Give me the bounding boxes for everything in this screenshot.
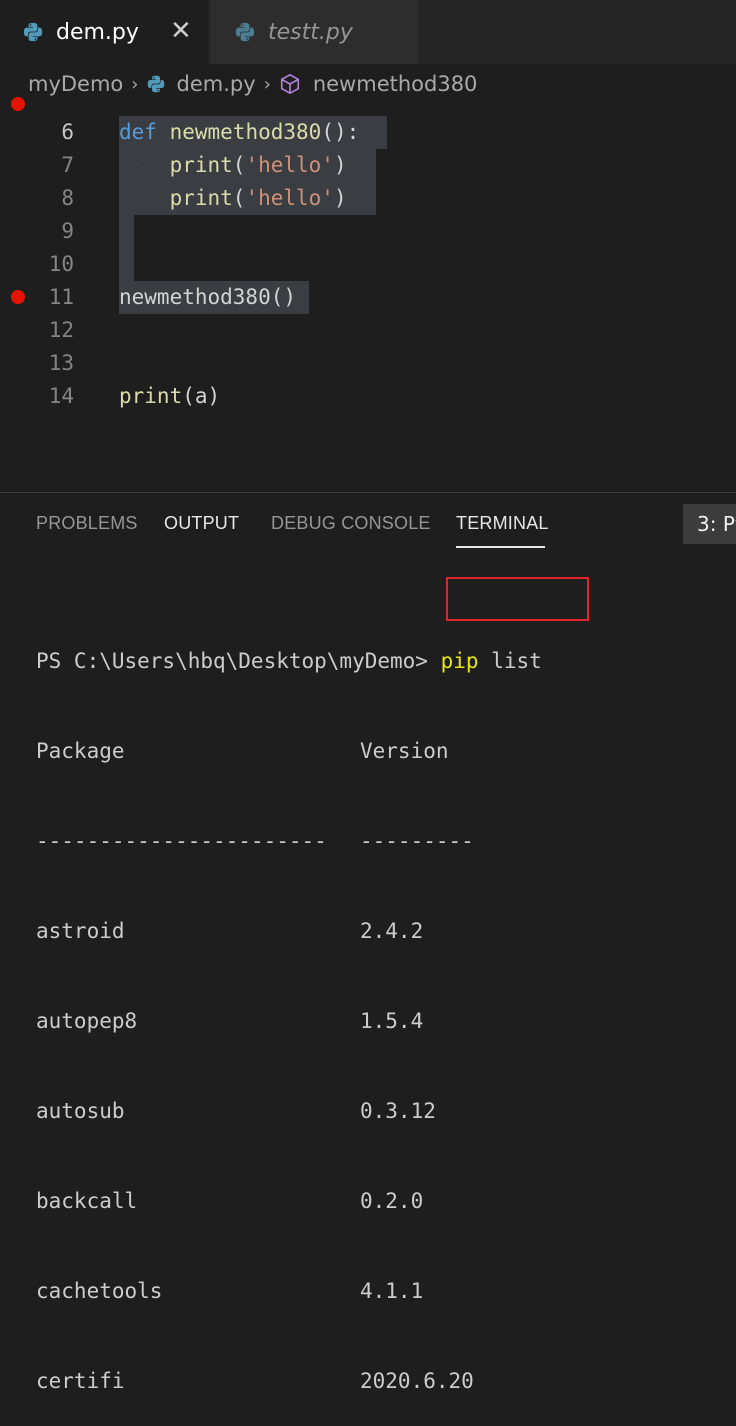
package-version: 1.5.4 xyxy=(360,1009,424,1033)
divider-version: --------- xyxy=(360,829,474,853)
code-punct: ) xyxy=(333,186,347,210)
line-number: 11 xyxy=(48,285,74,309)
terminal-line: ----------------------- --------- xyxy=(36,826,542,856)
divider-package: ----------------------- xyxy=(36,829,327,853)
active-tab-indicator xyxy=(456,546,545,548)
breadcrumb-folder[interactable]: myDemo xyxy=(28,72,123,96)
tab-output[interactable]: OUTPUT xyxy=(164,513,239,534)
tab-testt-py[interactable]: testt.py xyxy=(210,0,418,64)
string-literal: 'hello' xyxy=(245,186,334,210)
code-line: 10 xyxy=(0,248,736,281)
code-punct: ( xyxy=(232,186,246,210)
string-literal: 'hello' xyxy=(245,153,334,177)
tab-terminal[interactable]: TERMINAL xyxy=(456,513,549,534)
code-line: 14 print(a) xyxy=(0,380,736,413)
package-version: 4.1.1 xyxy=(360,1279,424,1303)
chevron-right-icon: › xyxy=(263,73,271,95)
package-name: backcall xyxy=(36,1189,138,1213)
code-punct: (): xyxy=(321,120,360,144)
code-punct: (a) xyxy=(182,384,221,408)
command-pip: pip xyxy=(440,649,479,673)
editor-tab-bar: dem.py ✕ testt.py xyxy=(0,0,736,64)
command-highlight-box xyxy=(446,577,589,621)
line-number: 7 xyxy=(61,153,74,177)
chevron-right-icon: › xyxy=(131,73,139,95)
function-name: newmethod380 xyxy=(169,120,322,144)
table-row: certifi 2020.6.20 xyxy=(36,1366,542,1396)
line-number: 10 xyxy=(48,252,74,276)
code-punct: ) xyxy=(333,153,347,177)
package-name: autopep8 xyxy=(36,1009,138,1033)
package-name: astroid xyxy=(36,919,125,943)
code-text: print(a) xyxy=(119,380,220,413)
package-name: cachetools xyxy=(36,1279,163,1303)
tab-debug-console[interactable]: DEBUG CONSOLE xyxy=(271,513,431,534)
package-version: 2020.6.20 xyxy=(360,1369,474,1393)
python-icon xyxy=(235,22,255,42)
package-version: 0.3.12 xyxy=(360,1099,436,1123)
table-row: cachetools 4.1.1 xyxy=(36,1276,542,1306)
package-name: certifi xyxy=(36,1369,125,1393)
tab-label: testt.py xyxy=(268,19,353,45)
table-row: autopep8 1.5.4 xyxy=(36,1006,542,1036)
function-name: print xyxy=(169,186,233,210)
indent-guide: ···· xyxy=(119,153,170,177)
keyword: def xyxy=(119,120,157,144)
package-version: 0.2.0 xyxy=(360,1189,424,1213)
line-number: 6 xyxy=(61,120,74,144)
code-punct: ( xyxy=(232,153,246,177)
python-icon xyxy=(23,22,43,42)
line-number: 8 xyxy=(61,186,74,210)
line-number: 12 xyxy=(48,318,74,342)
header-version: Version xyxy=(360,739,449,763)
tab-dem-py[interactable]: dem.py ✕ xyxy=(0,0,208,64)
table-row: backcall 0.2.0 xyxy=(36,1186,542,1216)
table-row: autosub 0.3.12 xyxy=(36,1096,542,1126)
breakpoint-icon[interactable] xyxy=(11,97,25,111)
terminal-selector[interactable]: 3: Py xyxy=(683,504,736,544)
terminal-output[interactable]: PS C:\Users\hbq\Desktop\myDemo> pip list… xyxy=(36,586,542,1426)
function-name: print xyxy=(169,153,233,177)
python-icon xyxy=(148,75,165,93)
indent-guide: ···· xyxy=(119,186,170,210)
breadcrumb-file[interactable]: dem.py xyxy=(176,72,255,96)
header-package: Package xyxy=(36,739,125,763)
package-version: 2.4.2 xyxy=(360,919,424,943)
tab-problems[interactable]: PROBLEMS xyxy=(36,513,138,534)
command-args: list xyxy=(491,649,542,673)
line-number: 14 xyxy=(48,384,74,408)
function-name: print xyxy=(119,384,183,408)
code-text: ····print('hello') xyxy=(119,182,347,215)
panel-tab-bar: PROBLEMS OUTPUT DEBUG CONSOLE TERMINAL xyxy=(0,493,736,553)
breadcrumb: myDemo › dem.py › newmethod380 xyxy=(0,64,736,104)
line-number: 9 xyxy=(61,219,74,243)
code-line: 13 xyxy=(0,347,736,380)
close-icon[interactable]: ✕ xyxy=(170,18,192,44)
code-line: 11 newmethod380() xyxy=(0,281,736,314)
code-line: 9 xyxy=(0,215,736,248)
code-line: 7 ····print('hello') xyxy=(0,149,736,182)
terminal-prompt: PS C:\Users\hbq\Desktop\myDemo> xyxy=(36,649,428,673)
code-text: def newmethod380(): xyxy=(119,116,359,149)
code-line: 6 def newmethod380(): xyxy=(0,116,736,149)
code-line: 8 ····print('hello') xyxy=(0,182,736,215)
table-row: astroid 2.4.2 xyxy=(36,916,542,946)
code-line: 12 xyxy=(0,314,736,347)
terminal-line: Package Version xyxy=(36,736,542,766)
code-text: ····print('hello') xyxy=(119,149,347,182)
tab-label: dem.py xyxy=(56,19,139,45)
package-name: autosub xyxy=(36,1099,125,1123)
method-cube-icon xyxy=(280,73,299,95)
terminal-line: PS C:\Users\hbq\Desktop\myDemo> pip list xyxy=(36,646,542,676)
breadcrumb-symbol[interactable]: newmethod380 xyxy=(313,72,478,96)
code-editor[interactable]: 6 def newmethod380(): 7 ····print('hello… xyxy=(0,97,736,492)
code-text: newmethod380() xyxy=(119,285,297,309)
line-number: 13 xyxy=(48,351,74,375)
